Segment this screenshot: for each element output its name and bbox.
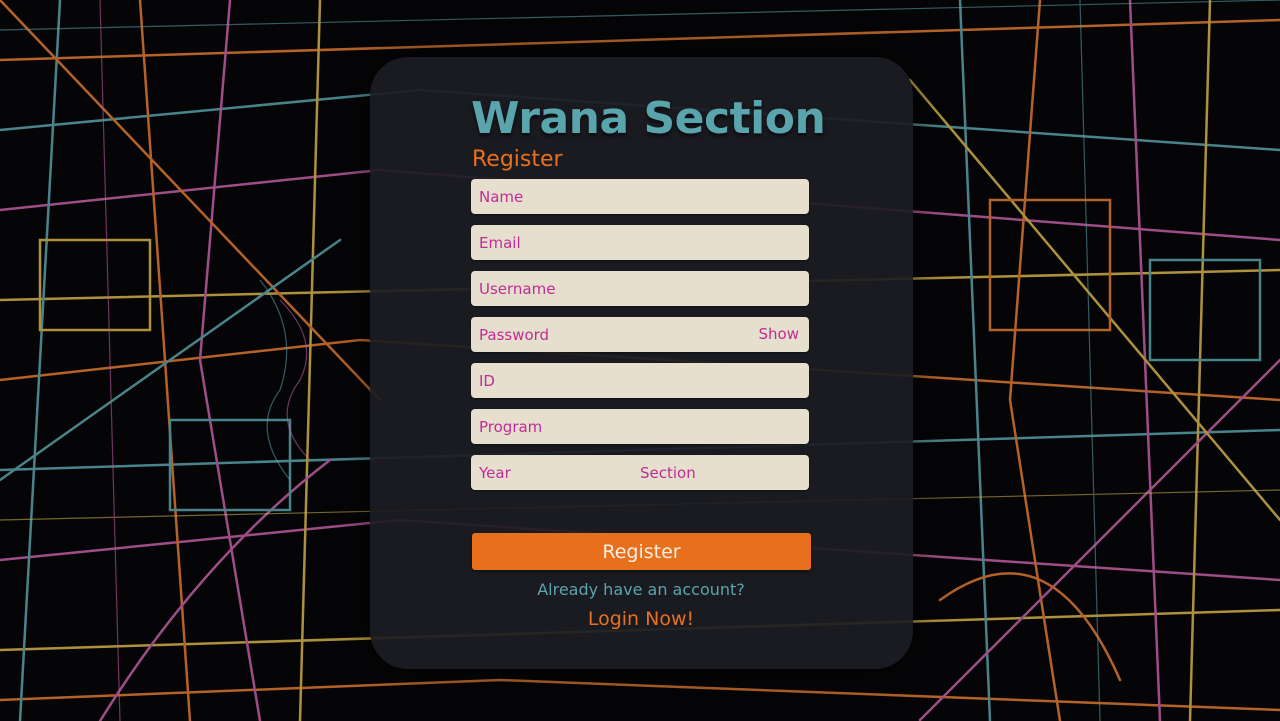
show-password-toggle[interactable]: Show xyxy=(759,325,799,343)
program-field xyxy=(471,409,809,444)
name-input[interactable] xyxy=(471,179,809,214)
username-field xyxy=(471,271,809,306)
email-input[interactable] xyxy=(471,225,809,260)
section-input[interactable] xyxy=(640,455,809,490)
form-title: Register xyxy=(472,147,563,172)
brand-title: Wrana Section xyxy=(471,93,826,144)
register-card: Wrana Section Register Show Register Alr… xyxy=(370,57,913,669)
name-field xyxy=(471,179,809,214)
id-field xyxy=(471,363,809,398)
register-form: Wrana Section Register Show Register Alr… xyxy=(471,93,826,630)
already-have-account-text: Already have an account? xyxy=(537,580,745,599)
email-field xyxy=(471,225,809,260)
year-section-field xyxy=(471,455,809,490)
year-input[interactable] xyxy=(471,455,640,490)
password-field: Show xyxy=(471,317,809,352)
login-now-link[interactable]: Login Now! xyxy=(471,608,811,630)
register-button[interactable]: Register xyxy=(472,533,811,570)
username-input[interactable] xyxy=(471,271,809,306)
id-input[interactable] xyxy=(471,363,809,398)
program-input[interactable] xyxy=(471,409,809,444)
